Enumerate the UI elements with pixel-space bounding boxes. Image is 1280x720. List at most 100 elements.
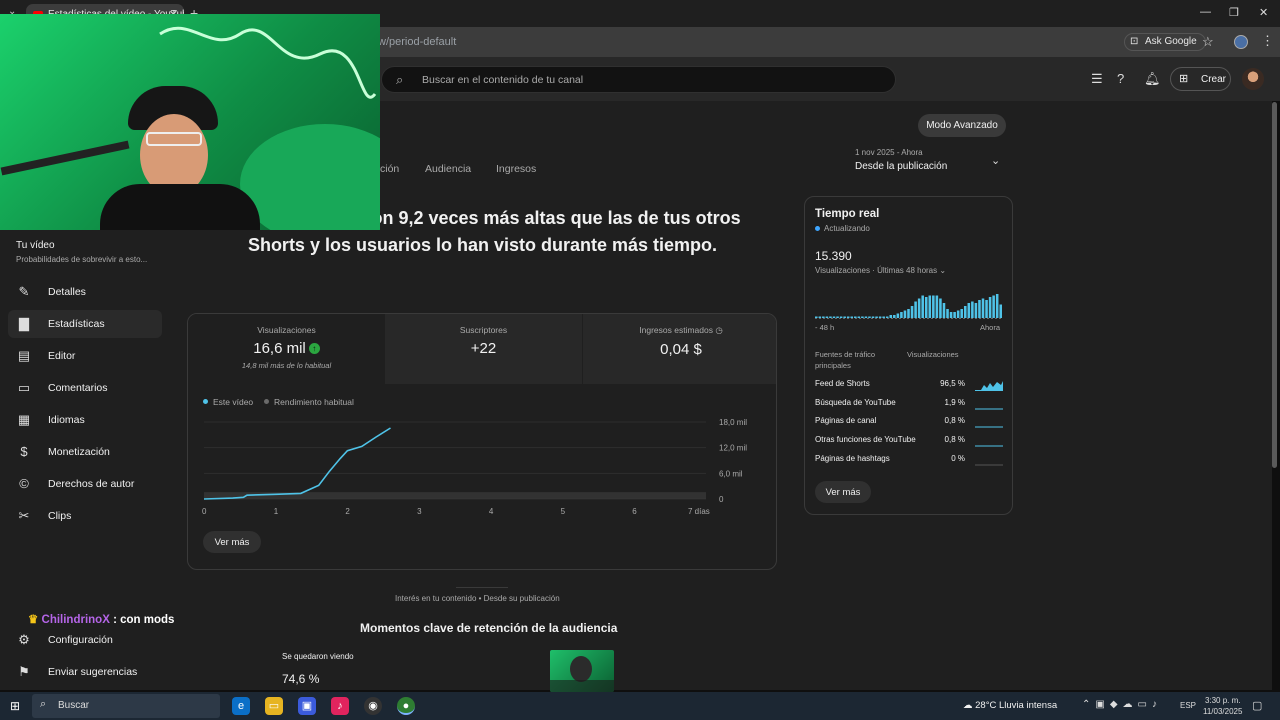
realtime-title: Tiempo real	[815, 208, 880, 220]
chevron-down-icon[interactable]: ⌄	[991, 154, 1000, 167]
traffic-source-row[interactable]: Feed de Shorts 96,5 %	[815, 379, 1003, 391]
tiktok-icon[interactable]: ♪	[331, 697, 349, 715]
series-typical-band	[204, 492, 706, 499]
x-tick-label: 5	[561, 507, 566, 516]
browser-profile-icon[interactable]	[1234, 35, 1248, 49]
x-tick-label: 0	[202, 507, 207, 516]
edge-icon[interactable]: e	[232, 697, 250, 715]
traffic-source-row[interactable]: Otras funciones de YouTube 0,8 %	[815, 435, 1003, 447]
source-label: Búsqueda de YouTube	[815, 397, 896, 407]
browser-menu-icon[interactable]: ⋮	[1261, 33, 1274, 49]
realtime-bar	[985, 300, 988, 318]
realtime-bar	[900, 312, 903, 318]
see-more-button[interactable]: Ver más	[203, 531, 261, 553]
realtime-bar	[939, 298, 942, 318]
sidebar-item-clips[interactable]: ✂ Clips	[8, 502, 162, 530]
traffic-source-row[interactable]: Páginas de canal 0,8 %	[815, 416, 1003, 428]
realtime-bar	[960, 309, 963, 318]
analytics-icon: ▇	[19, 316, 29, 331]
metric-subscribers[interactable]: Suscriptores +22	[385, 314, 582, 384]
sidebar-item-idiomas[interactable]: ▦ Idiomas	[8, 406, 162, 434]
realtime-bar	[953, 312, 956, 318]
comment-icon: ▭	[17, 380, 31, 395]
realtime-bar-chart[interactable]	[815, 286, 1003, 320]
realtime-axis-end: Ahora	[980, 323, 1001, 332]
chrome-icon[interactable]: ●	[397, 697, 415, 715]
realtime-bar	[889, 315, 893, 318]
windows-start-icon[interactable]: ⊞	[10, 699, 20, 713]
realtime-bar	[861, 316, 864, 318]
realtime-bar	[981, 298, 985, 318]
sidebar-item-comentarios[interactable]: ▭ Comentarios	[8, 374, 162, 402]
series-this-video-line	[203, 427, 391, 500]
help-icon[interactable]: ?	[1117, 71, 1124, 86]
close-window-icon[interactable]: ✕	[1259, 6, 1268, 19]
ask-google-button[interactable]: ⊡ Ask Google	[1124, 33, 1206, 51]
realtime-period-selector[interactable]: Visualizaciones · Últimas 48 horas ⌄	[815, 266, 946, 275]
stream-chat-message: ♛ ChilindrinoX : con mods	[28, 612, 174, 626]
sidebar-item-derechos-de-autor[interactable]: © Derechos de autor	[8, 470, 162, 498]
create-button[interactable]: ⊞ Crear	[1170, 67, 1231, 91]
metric-label: Ingresos estimados	[639, 325, 713, 335]
weather-widget[interactable]: ☁︎ 28°C Lluvia intensa	[963, 700, 1057, 711]
sidebar-item-monetizacion[interactable]: $ Monetización	[8, 438, 162, 466]
realtime-see-more-button[interactable]: Ver más	[815, 481, 871, 503]
subtitles-icon: ▦	[17, 412, 31, 427]
clock-icon: ◷	[715, 325, 723, 335]
realtime-bar	[815, 316, 818, 318]
create-video-icon: ⊞	[1179, 73, 1189, 85]
x-tick-label: 7 días	[688, 507, 710, 516]
metric-views[interactable]: Visualizaciones 16,6 mil ↑ 14,8 mil más d…	[188, 314, 385, 384]
notification-center-icon[interactable]: ▢	[1252, 699, 1262, 712]
webcam-overlay	[0, 14, 380, 230]
language-indicator[interactable]: ESP	[1180, 701, 1196, 710]
channel-search-input[interactable]: ⌕ Buscar en el contenido de tu canal	[381, 66, 896, 93]
chat-text: : con mods	[109, 614, 175, 626]
store-icon[interactable]: ▣	[298, 697, 316, 715]
period-range[interactable]: 1 nov 2025 - Ahora	[855, 148, 923, 157]
realtime-bar	[871, 316, 875, 318]
account-avatar[interactable]	[1242, 68, 1264, 90]
feedback-icon[interactable]: ☰	[1091, 71, 1103, 87]
video-thumbnail[interactable]	[550, 650, 614, 692]
page-scrollbar[interactable]	[1272, 102, 1277, 468]
realtime-axis-start: - 48 h	[815, 323, 835, 332]
realtime-bar	[822, 316, 825, 318]
sidebar-item-settings[interactable]: ⚙ Configuración	[8, 626, 162, 654]
sidebar-item-editor[interactable]: ▤ Editor	[8, 342, 162, 370]
sidebar-item-label: Idiomas	[48, 414, 85, 426]
realtime-bar	[839, 316, 843, 318]
period-selector[interactable]: Desde la publicación	[855, 161, 947, 172]
realtime-bar	[914, 301, 917, 318]
sidebar-item-detalles[interactable]: ✎ Detalles	[8, 278, 162, 306]
tab-audiencia[interactable]: Audiencia	[425, 163, 471, 175]
realtime-bar	[921, 295, 924, 318]
sidebar-item-estadisticas[interactable]: ▇ Estadísticas	[8, 310, 162, 338]
source-percent: 1,9 %	[944, 397, 965, 407]
notifications-bell-icon[interactable]: 🔔︎	[1144, 71, 1161, 87]
sidebar-item-feedback[interactable]: ⚑ Enviar sugerencias	[8, 658, 162, 686]
advanced-mode-button[interactable]: Modo Avanzado	[918, 114, 1006, 137]
metric-revenue[interactable]: Ingresos estimados ◷ 0,04 $	[582, 314, 776, 384]
system-tray-icons[interactable]: ⌃▣◆☁▭♪	[1082, 699, 1162, 710]
source-sparkline	[975, 445, 1003, 447]
restore-icon[interactable]: ❐	[1229, 6, 1239, 19]
obs-icon[interactable]: ◉	[364, 697, 382, 715]
taskbar-search-input[interactable]: ⌕ Buscar	[32, 694, 220, 718]
traffic-source-row[interactable]: Páginas de hashtags 0 %	[815, 454, 1003, 466]
realtime-bar	[882, 316, 885, 318]
realtime-bar	[832, 316, 836, 318]
tab-general[interactable]: ción	[380, 163, 399, 175]
chat-username: ChilindrinoX	[41, 614, 110, 626]
realtime-bar	[924, 297, 928, 318]
minimize-icon[interactable]: —	[1200, 6, 1211, 18]
bookmark-star-icon[interactable]: ☆	[1202, 34, 1214, 50]
file-explorer-icon[interactable]: ▭	[265, 697, 283, 715]
views-line-chart[interactable]: 18,0 mil 12,0 mil 6,0 mil 0 0 1 2 3 4 5 6 7 días	[188, 412, 776, 522]
clock[interactable]: 3:30 p. m. 11/03/2025	[1203, 695, 1242, 717]
traffic-source-row[interactable]: Búsqueda de YouTube 1,9 %	[815, 398, 1003, 410]
legend-this-video: Este vídeo	[203, 397, 253, 407]
tab-ingresos[interactable]: Ingresos	[496, 163, 536, 175]
sidebar-item-label: Derechos de autor	[48, 478, 135, 490]
url-text[interactable]: w/period-default	[378, 36, 456, 48]
